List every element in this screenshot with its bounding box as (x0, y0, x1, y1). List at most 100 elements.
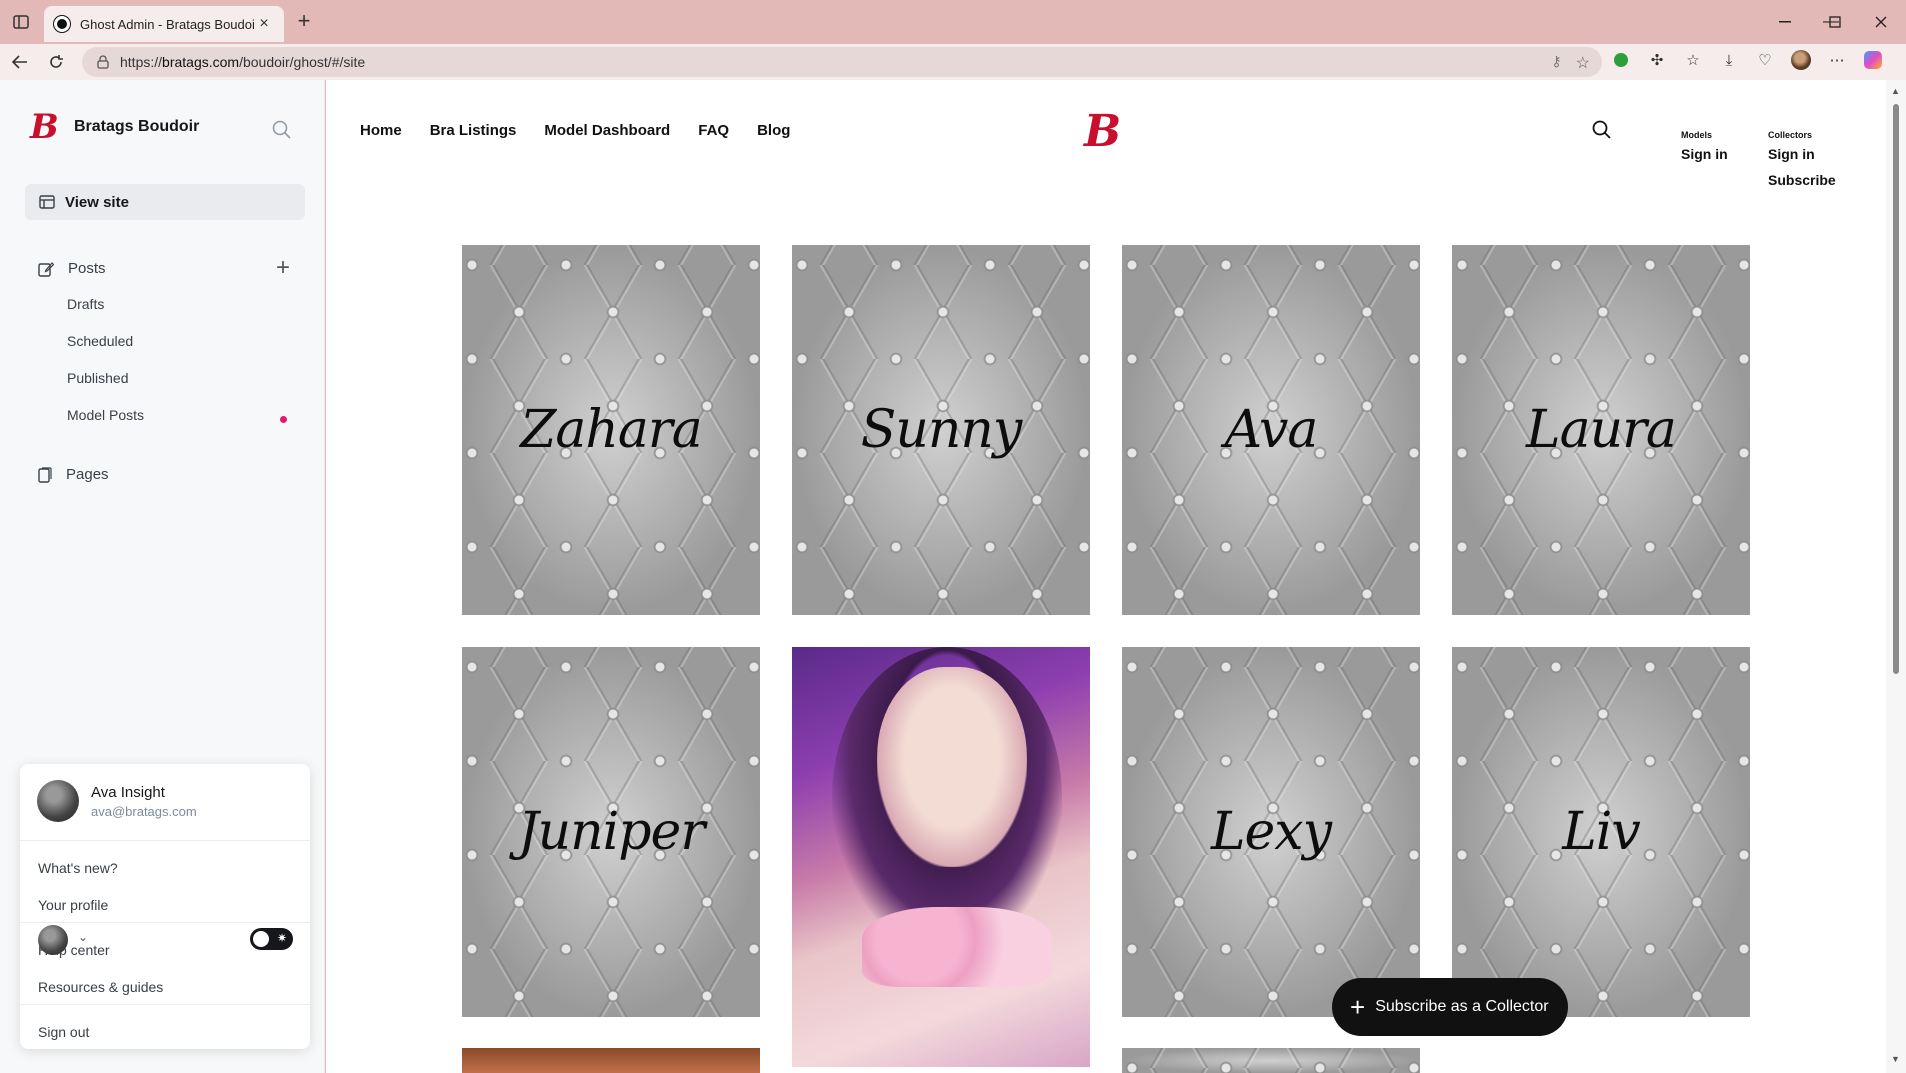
collectors-label: Collectors (1768, 130, 1813, 140)
site-search-icon[interactable] (1592, 120, 1614, 142)
pages-icon (38, 466, 52, 483)
extension-green-icon[interactable] (1610, 49, 1632, 71)
address-bar[interactable]: https://bratags.com/boudoir/ghost/#/site… (82, 47, 1602, 77)
subscribe-collector-label: Subscribe as a Collector (1375, 998, 1549, 1015)
sidebar-item-drafts[interactable]: Drafts (67, 296, 104, 312)
scrollbar-thumb[interactable] (1893, 104, 1899, 674)
sidebar-item-posts[interactable]: Posts (38, 260, 106, 277)
model-name: Liv (1562, 802, 1641, 862)
view-site-label: View site (65, 193, 129, 211)
copilot-icon[interactable] (1862, 49, 1884, 71)
back-arrow-icon[interactable] (8, 50, 32, 74)
page-scrollbar[interactable]: ▲ ▼ (1886, 80, 1906, 1073)
new-tab-button[interactable]: + (292, 10, 316, 34)
tab-title: Ghost Admin - Bratags Boudoir (80, 16, 254, 32)
sidebar-item-pages[interactable]: Pages (38, 466, 109, 483)
key-icon[interactable]: ⚷ (1551, 53, 1561, 73)
model-card-photo[interactable] (792, 647, 1090, 1067)
brand-logo: B (30, 107, 59, 147)
photo-face (877, 667, 1027, 867)
search-icon[interactable] (272, 120, 294, 142)
dark-mode-toggle[interactable]: ✷ (250, 928, 293, 950)
model-name: Lexy (1210, 802, 1332, 862)
model-card-partial[interactable] (462, 1048, 760, 1073)
favorite-star-icon[interactable]: ☆ (1576, 53, 1590, 73)
plus-icon: + (1350, 992, 1366, 1022)
model-card-juniper[interactable]: Juniper (462, 647, 760, 1017)
menu-item-resources-guides[interactable]: Resources & guides (38, 979, 163, 995)
reload-icon[interactable] (44, 50, 68, 74)
browser-titlebar: Ghost Admin - Bratags Boudoir × + — (0, 0, 1906, 44)
browser-tab[interactable]: Ghost Admin - Bratags Boudoir × (44, 6, 284, 42)
health-icon[interactable]: ♡ (1754, 49, 1776, 71)
chevron-down-icon[interactable]: ⌄ (78, 930, 88, 944)
more-menu-icon[interactable]: ⋯ (1826, 49, 1848, 71)
model-name: Sunny (860, 400, 1022, 460)
subscribe-collector-button[interactable]: + Subscribe as a Collector (1332, 978, 1568, 1036)
sidebar-item-label: Posts (68, 260, 106, 277)
nav-link-home[interactable]: Home (360, 122, 402, 139)
model-card-liv[interactable]: Liv (1452, 647, 1750, 1017)
photo-top (862, 907, 1052, 987)
collectors-subscribe-link[interactable]: Subscribe (1768, 172, 1836, 188)
ghost-sidebar: B Bratags Boudoir View site Posts + Draf… (0, 80, 325, 1073)
close-window-button[interactable] (1858, 8, 1904, 36)
browser-toolbar: https://bratags.com/boudoir/ghost/#/site… (0, 44, 1906, 80)
brand-name: Bratags Boudoir (74, 118, 200, 135)
maximize-button[interactable] (1812, 8, 1858, 36)
sidebar-item-label: Pages (66, 466, 109, 483)
models-signin-link[interactable]: Sign in (1681, 146, 1728, 162)
sidebar-item-model-posts[interactable]: Model Posts (67, 407, 144, 423)
user-avatar-button[interactable] (38, 925, 68, 955)
model-card-ava[interactable]: Ava (1122, 245, 1420, 615)
model-card-lexy[interactable]: Lexy (1122, 647, 1420, 1017)
model-card-partial[interactable] (1122, 1048, 1420, 1073)
downloads-icon[interactable]: ⤓ (1718, 49, 1740, 71)
site-preview: Home Bra Listings Model Dashboard FAQ Bl… (326, 80, 1886, 1073)
divider (20, 840, 310, 841)
nav-link-bra-listings[interactable]: Bra Listings (430, 122, 517, 139)
collectors-signin-link[interactable]: Sign in (1768, 146, 1815, 162)
user-menu-popover: Ava Insight ava@bratags.com What's new? … (20, 764, 310, 1049)
view-site-button[interactable]: View site (25, 184, 305, 220)
user-name: Ava Insight (91, 783, 165, 801)
ghost-favicon-icon (54, 16, 70, 32)
site-nav: Home Bra Listings Model Dashboard FAQ Bl… (360, 122, 790, 139)
user-email: ava@bratags.com (91, 803, 197, 819)
models-label: Models (1681, 130, 1713, 140)
scroll-up-icon[interactable]: ▲ (1891, 86, 1900, 96)
menu-item-whats-new[interactable]: What's new? (38, 860, 118, 876)
brand[interactable]: B Bratags Boudoir (30, 110, 199, 144)
new-post-plus-icon[interactable]: + (272, 256, 294, 280)
menu-item-your-profile[interactable]: Your profile (38, 897, 108, 913)
scroll-down-icon[interactable]: ▼ (1891, 1054, 1900, 1064)
tab-close-icon[interactable]: × (254, 15, 274, 33)
favorites-icon[interactable]: ☆ (1682, 49, 1704, 71)
site-logo[interactable]: B (1084, 106, 1121, 157)
minimize-button[interactable] (1762, 8, 1808, 36)
user-menu-header: Ava Insight ava@bratags.com (37, 780, 197, 822)
model-card-zahara[interactable]: Zahara (462, 245, 760, 615)
lock-icon (97, 55, 109, 69)
divider (20, 922, 310, 923)
model-card-sunny[interactable]: Sunny (792, 245, 1090, 615)
nav-link-faq[interactable]: FAQ (698, 122, 729, 139)
model-name: Ava (1224, 400, 1319, 460)
nav-link-model-dashboard[interactable]: Model Dashboard (544, 122, 670, 139)
url-text: https://bratags.com/boudoir/ghost/#/site (120, 54, 366, 70)
menu-item-sign-out[interactable]: Sign out (38, 1024, 89, 1040)
model-name: Laura (1526, 400, 1677, 460)
sun-icon: ✷ (276, 931, 287, 945)
model-card-laura[interactable]: Laura (1452, 245, 1750, 615)
extensions-puzzle-icon[interactable]: ✣ (1646, 49, 1668, 71)
edit-icon (38, 261, 54, 277)
profile-avatar-icon[interactable] (1790, 49, 1812, 71)
nav-link-blog[interactable]: Blog (757, 122, 790, 139)
toggle-knob (253, 931, 269, 947)
model-name: Zahara (520, 400, 702, 460)
sidebar-item-scheduled[interactable]: Scheduled (67, 333, 133, 349)
tab-actions-icon[interactable] (10, 12, 32, 32)
unread-dot (280, 416, 287, 423)
sidebar-item-published[interactable]: Published (67, 370, 129, 386)
avatar (37, 780, 79, 822)
